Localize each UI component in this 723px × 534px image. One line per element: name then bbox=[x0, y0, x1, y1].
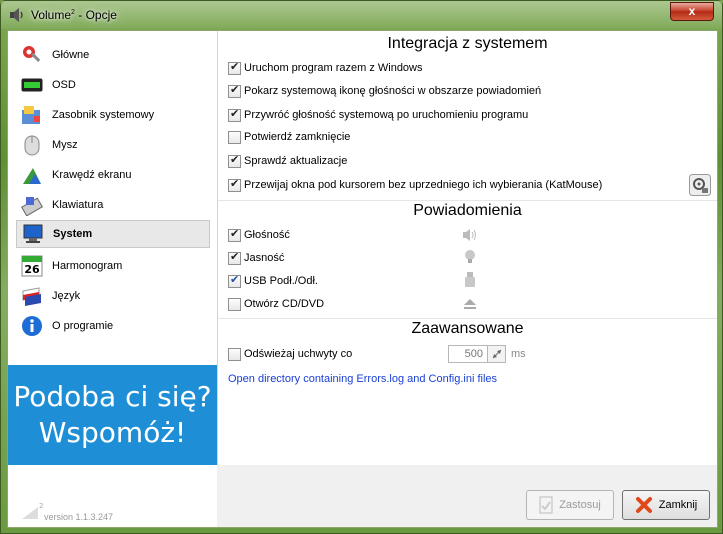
option-start-with-windows[interactable]: Uruchom program razem z Windows bbox=[228, 60, 423, 76]
window-close-button[interactable]: x bbox=[670, 2, 714, 21]
advanced-section-title: Zaawansowane bbox=[411, 320, 524, 337]
calendar-day: 26 bbox=[24, 263, 40, 276]
refresh-interval-spinner[interactable]: 500 bbox=[448, 345, 506, 363]
mouse-icon bbox=[20, 133, 44, 157]
sidebar-item-label: O programie bbox=[52, 320, 114, 332]
eject-icon bbox=[462, 296, 478, 312]
sidebar: Główne OSD Zasobnik systemowy Mysz Krawę… bbox=[8, 31, 217, 527]
sidebar-item-label: Główne bbox=[52, 49, 90, 61]
usb-icon bbox=[462, 272, 478, 288]
sidebar-item-jezyk[interactable]: Język bbox=[16, 282, 210, 310]
keyboard-icon bbox=[20, 193, 44, 217]
svg-text:2: 2 bbox=[39, 502, 43, 510]
sidebar-item-mysz[interactable]: Mysz bbox=[16, 131, 210, 159]
calendar-icon: 26 bbox=[20, 254, 44, 278]
checkbox[interactable] bbox=[228, 107, 241, 122]
option-confirm-close[interactable]: Potwierdź zamknięcie bbox=[228, 129, 350, 145]
section-divider bbox=[218, 318, 717, 319]
sidebar-item-harmonogram[interactable]: 26 Harmonogram bbox=[16, 252, 210, 280]
checkbox[interactable] bbox=[228, 177, 241, 192]
version-label: version 1.1.3.247 bbox=[44, 512, 114, 522]
option-restore-volume[interactable]: Przywróć głośność systemową po uruchomie… bbox=[228, 107, 528, 123]
osd-bar-icon bbox=[20, 73, 44, 97]
sidebar-item-label: Język bbox=[52, 290, 81, 302]
sidebar-item-osd[interactable]: OSD bbox=[16, 71, 210, 99]
sidebar-item-label: Klawiatura bbox=[52, 199, 104, 211]
sidebar-item-o-programie[interactable]: O programie bbox=[16, 312, 210, 340]
open-log-directory-link[interactable]: Open directory containing Errors.log and… bbox=[228, 373, 497, 385]
option-notify-usb[interactable]: USB Podł./Odł. bbox=[228, 273, 318, 289]
client-area: Główne OSD Zasobnik systemowy Mysz Krawę… bbox=[7, 30, 718, 528]
apply-icon bbox=[539, 496, 553, 514]
sidebar-item-glowne[interactable]: Główne bbox=[16, 41, 210, 69]
option-katmouse-scroll[interactable]: Przewijaj okna pod kursorem bez uprzedni… bbox=[228, 177, 602, 193]
section-divider bbox=[218, 200, 717, 201]
katmouse-settings-button[interactable] bbox=[689, 174, 711, 196]
flag-icon bbox=[20, 284, 44, 308]
option-show-tray-volume-icon[interactable]: Pokarz systemową ikonę głośności w obsza… bbox=[228, 83, 541, 99]
system-settings-panel: Integracja z systemem Uruchom program ra… bbox=[218, 31, 717, 465]
settings-wrench-icon bbox=[20, 43, 44, 67]
title-bar[interactable]: Volume2 - Opcje x bbox=[1, 1, 722, 29]
tray-icon bbox=[20, 103, 44, 127]
spinner-arrows-icon[interactable] bbox=[487, 346, 505, 362]
checkbox[interactable] bbox=[228, 250, 241, 265]
option-refresh-handles[interactable]: Odświeżaj uchwyty co bbox=[228, 346, 352, 362]
option-notify-brightness[interactable]: Jasność bbox=[228, 250, 284, 266]
checkbox[interactable] bbox=[228, 297, 241, 311]
sidebar-item-system[interactable]: System bbox=[16, 220, 210, 248]
info-icon bbox=[20, 314, 44, 338]
donate-banner[interactable]: Podoba ci się? Wspomóż! bbox=[8, 365, 217, 465]
checkbox[interactable] bbox=[228, 347, 241, 361]
window-title: Volume2 - Opcje bbox=[31, 8, 117, 22]
sidebar-item-krawedz[interactable]: Krawędź ekranu bbox=[16, 161, 210, 189]
speaker-icon bbox=[462, 227, 478, 243]
checkbox[interactable] bbox=[228, 83, 241, 98]
sidebar-item-klawiatura[interactable]: Klawiatura bbox=[16, 191, 210, 219]
checkbox[interactable] bbox=[228, 60, 241, 75]
sidebar-item-label: Mysz bbox=[52, 139, 78, 151]
sidebar-item-label: OSD bbox=[52, 79, 76, 91]
notifications-section-title: Powiadomienia bbox=[413, 202, 522, 219]
app-speaker-icon bbox=[10, 8, 23, 22]
apply-button[interactable]: Zastosuj bbox=[526, 490, 614, 520]
close-x-icon bbox=[635, 496, 653, 514]
refresh-unit-label: ms bbox=[511, 348, 526, 360]
checkbox[interactable] bbox=[228, 227, 241, 242]
sidebar-item-label: Zasobnik systemowy bbox=[52, 109, 155, 121]
option-notify-volume[interactable]: Głośność bbox=[228, 227, 290, 243]
integration-section-title: Integracja z systemem bbox=[387, 35, 548, 52]
sidebar-item-label: Krawędź ekranu bbox=[52, 169, 132, 181]
checkbox[interactable] bbox=[228, 130, 241, 144]
screen-edge-icon bbox=[20, 163, 44, 187]
refresh-interval-value[interactable]: 500 bbox=[449, 348, 487, 360]
computer-icon bbox=[21, 222, 45, 246]
option-check-updates[interactable]: Sprawdź aktualizacje bbox=[228, 153, 347, 169]
option-notify-cd[interactable]: Otwórz CD/DVD bbox=[228, 296, 324, 312]
sidebar-item-zasobnik[interactable]: Zasobnik systemowy bbox=[16, 101, 210, 129]
options-window: Volume2 - Opcje x Główne OSD Zasobnik sy… bbox=[0, 0, 723, 534]
close-button[interactable]: Zamknij bbox=[622, 490, 710, 520]
sidebar-item-label: System bbox=[53, 228, 93, 240]
sidebar-item-label: Harmonogram bbox=[52, 260, 123, 272]
volume-logo-icon: 2 bbox=[22, 502, 43, 519]
checkbox[interactable] bbox=[228, 273, 241, 288]
lightbulb-icon bbox=[462, 249, 478, 265]
banner-line-2: Wspomóż! bbox=[38, 416, 187, 449]
checkbox[interactable] bbox=[228, 153, 241, 168]
banner-line-1: Podoba ci się? bbox=[13, 380, 212, 413]
